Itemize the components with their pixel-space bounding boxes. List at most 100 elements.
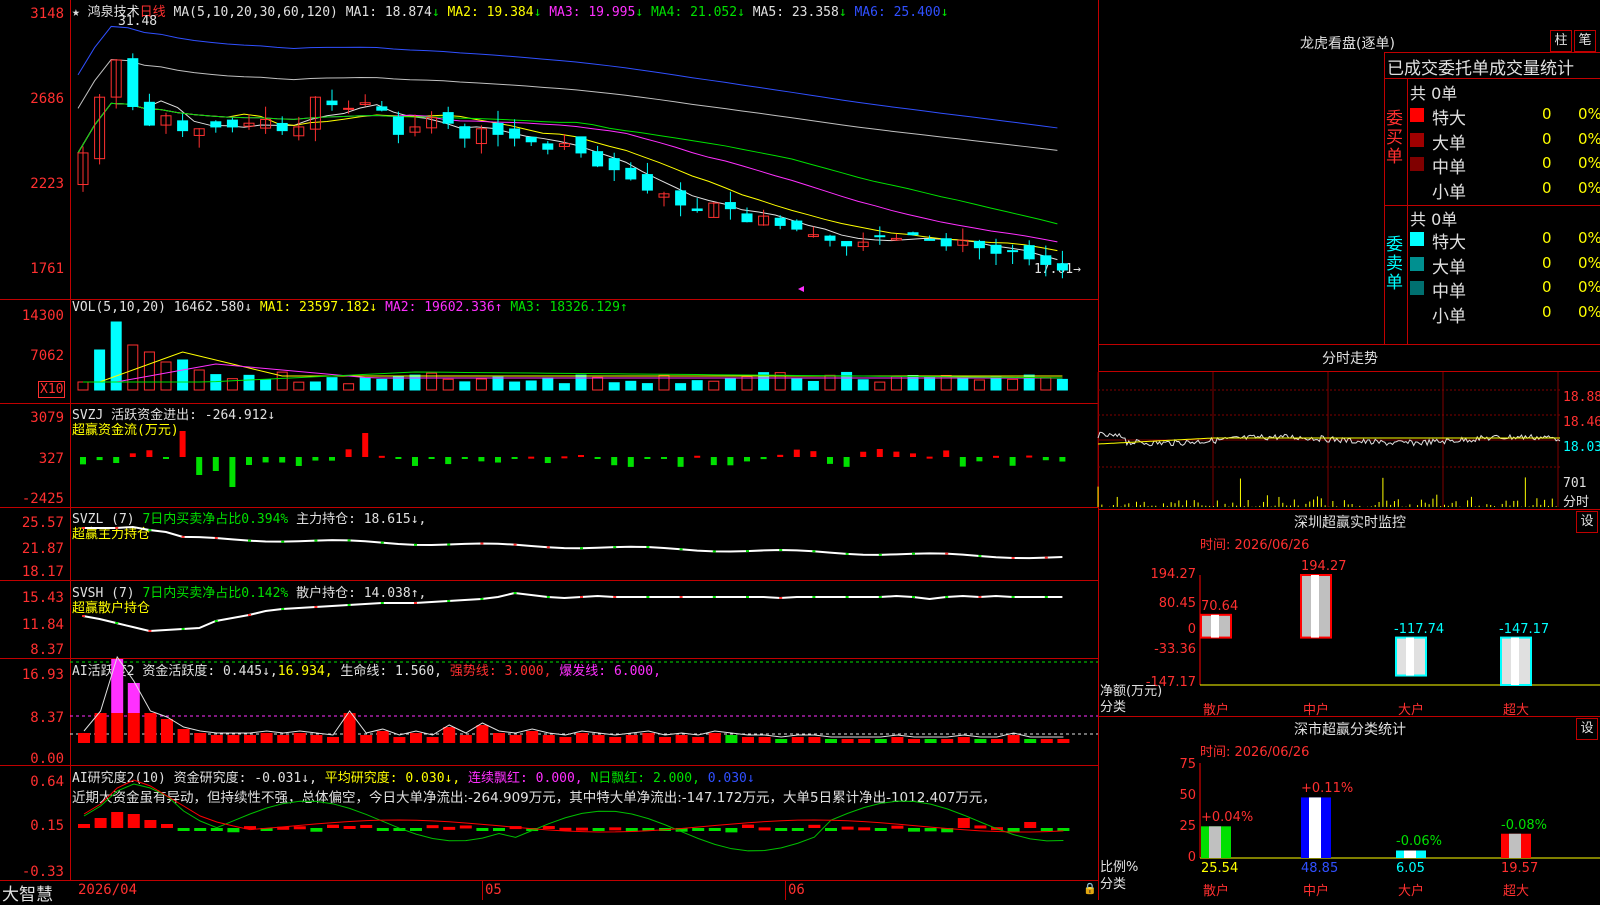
volume-bar — [874, 381, 886, 391]
retail-dot — [912, 596, 915, 598]
holding-dot — [912, 552, 915, 555]
holding-line — [83, 525, 1063, 560]
flow-bar — [561, 456, 568, 459]
research-bar — [542, 826, 555, 830]
holding-dot — [613, 546, 617, 549]
retail-dot — [845, 596, 849, 598]
holding-dot — [580, 547, 583, 550]
volume-bar — [625, 380, 637, 391]
classify-xlabel: 分类 — [1100, 877, 1127, 892]
order-pct: 0% — [1578, 278, 1600, 296]
activity-bar — [542, 735, 555, 743]
tick-mode-button[interactable]: 笔 — [1574, 30, 1596, 52]
lhb-title: 龙虎看盘(逐单) — [1300, 36, 1395, 52]
intraday-chart[interactable] — [1097, 372, 1561, 507]
flow-bar — [661, 457, 667, 459]
activity-bar — [841, 739, 854, 743]
classify-bar-highlight — [1209, 826, 1221, 858]
activity-bar — [592, 735, 605, 743]
flow-bar — [1059, 457, 1066, 462]
activity-bar — [825, 739, 837, 743]
research-bar — [725, 828, 738, 833]
ma-line-30 — [77, 102, 1058, 225]
volume-bar — [1056, 378, 1068, 391]
activity-bar — [941, 739, 954, 743]
order-size-label: 小单 — [1432, 306, 1466, 327]
activity-bar — [376, 731, 389, 743]
bar-mode-button[interactable]: 柱 — [1550, 30, 1572, 52]
flow-bar — [495, 457, 501, 463]
research-bar — [161, 824, 173, 828]
activity-bar — [443, 727, 456, 743]
order-count: 0 — [1542, 105, 1552, 123]
flow-bar — [694, 455, 701, 458]
retail-dot — [513, 592, 517, 594]
monitor-value-label: 70.64 — [1201, 598, 1239, 614]
flow-bar — [80, 457, 86, 465]
lhb-header: 已成交委托单成交量统计 — [1387, 59, 1574, 79]
retail-dot — [546, 596, 550, 598]
lock-icon[interactable]: 🔒 — [1083, 882, 1097, 895]
activity-bar — [891, 737, 904, 743]
activity-bar — [1007, 735, 1020, 743]
activity-bar — [1024, 739, 1037, 743]
volume-bar — [475, 378, 487, 391]
retail-dot — [779, 597, 783, 599]
research-bar — [310, 828, 323, 832]
research-bar — [924, 828, 937, 832]
candlestick-chart[interactable] — [70, 0, 1098, 299]
classify-bar-highlight — [1309, 797, 1321, 858]
flow-bar — [246, 457, 252, 465]
volume-bar — [243, 374, 255, 391]
activity-bar — [194, 733, 207, 743]
candle-body — [741, 213, 753, 223]
research-bar — [376, 828, 389, 831]
research-bar — [94, 818, 107, 828]
order-size-label: 特大 — [1432, 109, 1466, 129]
activity-bar — [725, 735, 738, 743]
research-bar — [742, 824, 754, 828]
volume-bar — [293, 381, 305, 391]
classify-settings-button[interactable]: 设 — [1576, 718, 1598, 740]
volume-bar — [326, 377, 338, 391]
color-swatch — [1410, 256, 1424, 271]
activity-bar — [277, 735, 290, 743]
activity-bar — [227, 735, 240, 743]
flow-bar — [993, 455, 999, 458]
flow-bar — [96, 457, 103, 461]
flow-bar — [428, 457, 435, 459]
classify-change-label: -0.08% — [1501, 817, 1547, 833]
vol-unit-badge[interactable]: X10 — [38, 381, 66, 398]
intraday-title: 分时走势 — [1322, 351, 1378, 367]
svsh-y-label: 11.84 — [21, 617, 64, 633]
ai-research-y-label: -0.33 — [21, 864, 64, 880]
retail-dot — [181, 628, 185, 630]
order-count: 0 — [1542, 302, 1552, 321]
order-count: 0 — [1542, 154, 1552, 172]
candle-body — [127, 58, 139, 107]
retail-dot — [1044, 596, 1048, 598]
order-count: 0 — [1542, 178, 1552, 197]
research-bar — [210, 828, 223, 831]
retail-dot — [380, 602, 384, 604]
volume-bar — [193, 369, 205, 391]
research-bar — [459, 825, 472, 829]
marker-icon — [798, 286, 804, 292]
activity-bar — [758, 737, 771, 743]
volume-bar — [691, 380, 703, 391]
volume-bar — [127, 344, 139, 391]
order-count: 0 — [1542, 229, 1552, 247]
research-bar — [609, 827, 622, 831]
classify-category: 散户 — [1203, 884, 1230, 899]
candle-body — [940, 238, 952, 247]
flow-bar — [378, 455, 385, 458]
flow-bar — [412, 457, 418, 466]
research-bar — [592, 828, 605, 831]
order-size-label: 中单 — [1432, 282, 1466, 302]
candle-body — [724, 202, 736, 210]
flow-bar — [926, 456, 933, 459]
monitor-value-label: -117.74 — [1394, 621, 1445, 637]
order-pct: 0% — [1578, 253, 1600, 272]
monitor-settings-button[interactable]: 设 — [1576, 511, 1598, 533]
research-bar — [327, 824, 339, 828]
